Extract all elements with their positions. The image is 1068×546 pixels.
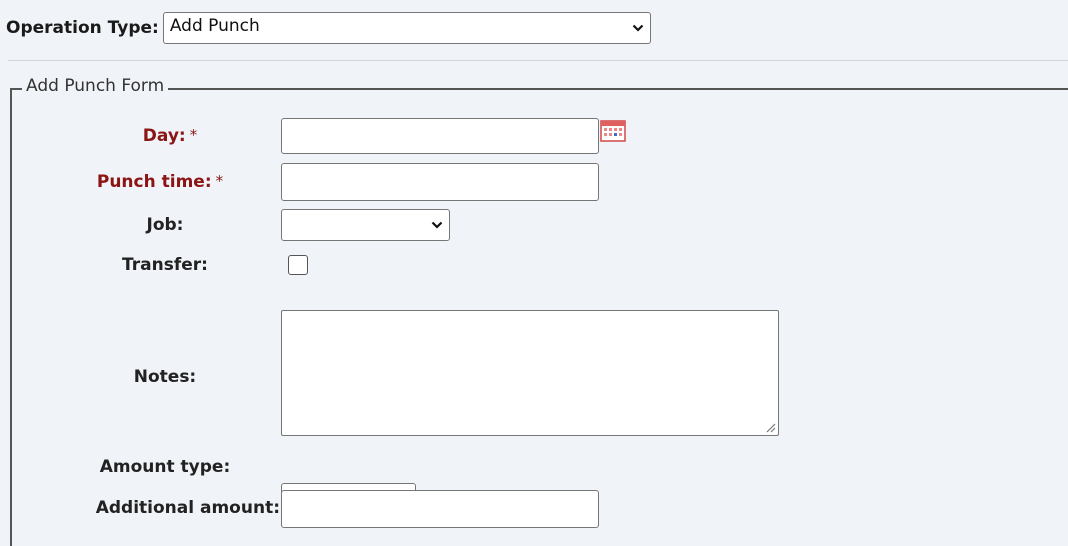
transfer-label: Transfer: (122, 255, 208, 275)
day-label: Day: * (120, 126, 220, 146)
chevron-down-icon (431, 221, 443, 229)
divider (8, 60, 1068, 61)
operation-type-select[interactable]: Add Punch (162, 12, 651, 44)
day-input[interactable] (281, 118, 599, 154)
calendar-icon[interactable] (600, 119, 627, 143)
punch-time-label: Punch time: * (60, 172, 260, 192)
additional-amount-input[interactable] (281, 490, 599, 528)
operation-type-value: Add Punch (169, 16, 260, 36)
job-select[interactable] (281, 209, 450, 241)
chevron-down-icon (632, 24, 644, 32)
fieldset-legend: Add Punch Form (22, 76, 169, 96)
notes-label: Notes: (133, 367, 197, 387)
notes-textarea[interactable] (281, 310, 779, 436)
job-label: Job: (146, 215, 184, 235)
transfer-checkbox[interactable] (288, 255, 308, 275)
add-punch-page: Operation Type: Add Punch Add Punch Form… (0, 0, 1068, 546)
additional-amount-label: Additional amount: (95, 498, 280, 518)
punch-time-label-text: Punch time: (96, 172, 212, 192)
operation-type-row: Operation Type: Add Punch (6, 12, 651, 44)
punch-time-input[interactable] (281, 163, 599, 201)
required-marker: * (215, 172, 224, 190)
resize-grip-icon[interactable] (764, 421, 776, 433)
operation-type-label: Operation Type: (6, 18, 159, 38)
amount-type-label: Amount type: (99, 457, 231, 477)
day-label-text: Day: (142, 126, 186, 146)
required-marker: * (189, 126, 198, 144)
